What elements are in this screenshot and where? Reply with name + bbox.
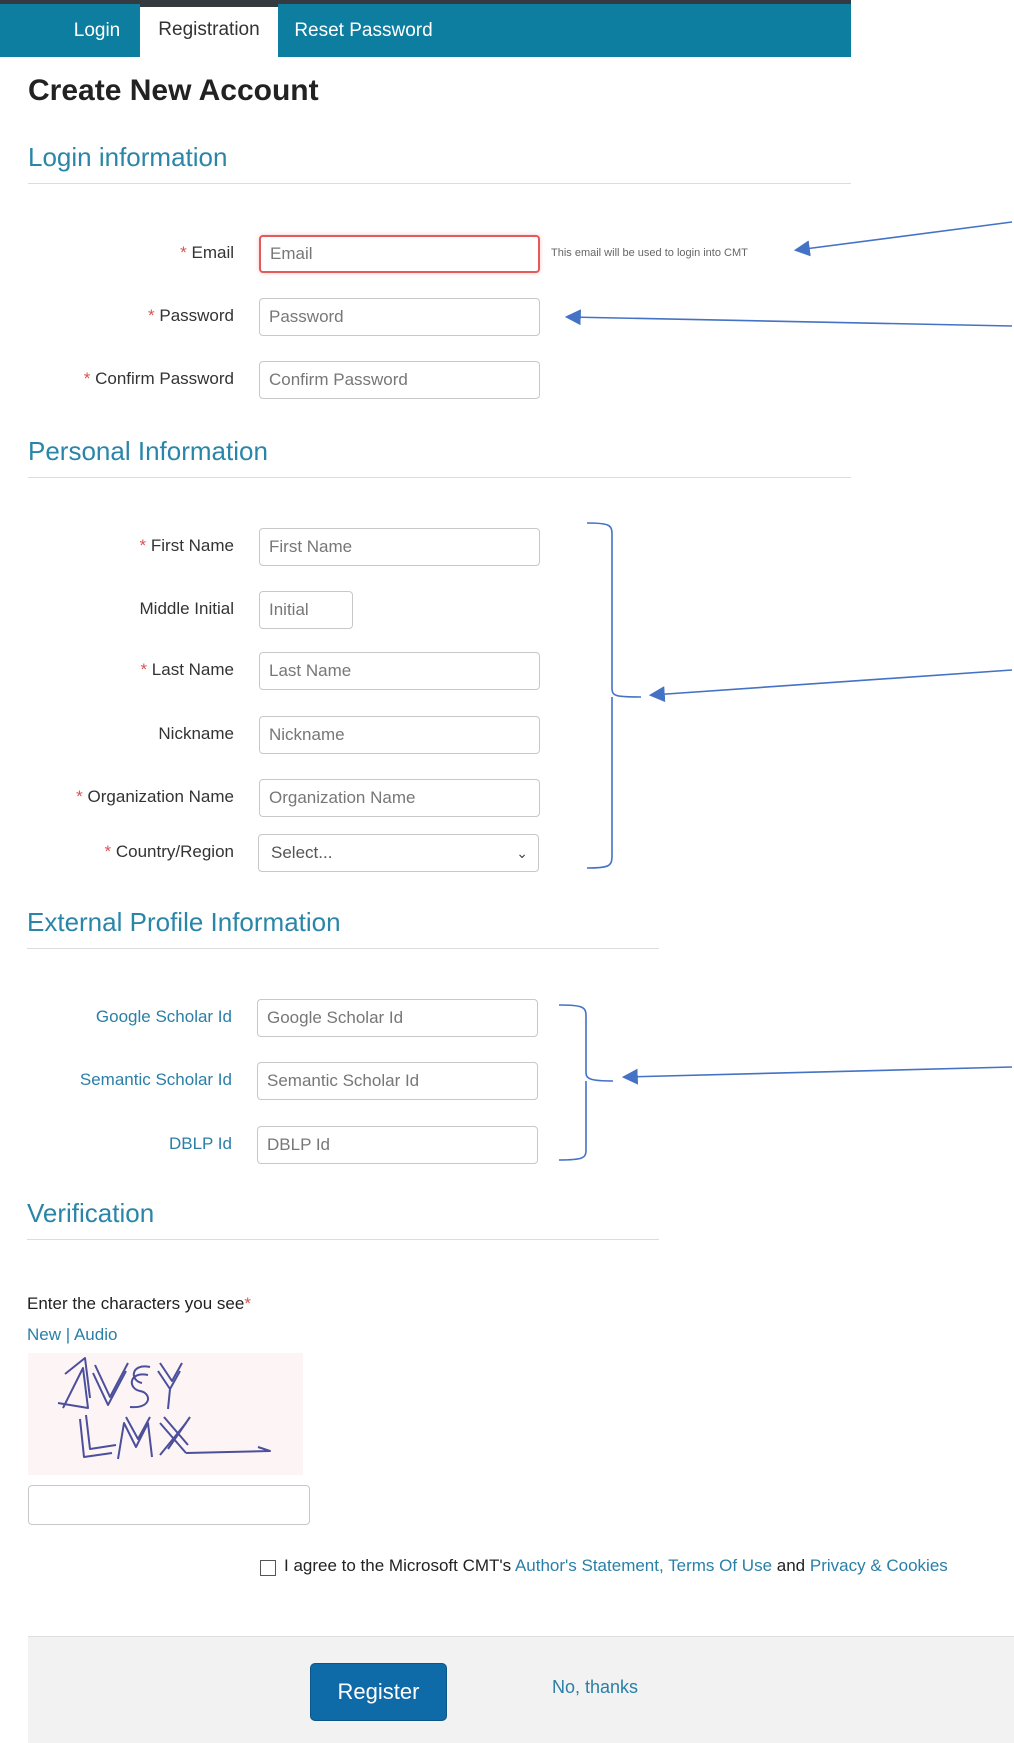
arrow-personal-info: [648, 669, 1013, 703]
bracket-personal-info: [586, 522, 642, 869]
arrow-external-profile: [621, 1066, 1013, 1085]
arrow-password: [564, 309, 1013, 327]
arrow-email-hint: [793, 221, 1013, 257]
bracket-external-profile: [558, 1004, 614, 1161]
annotation-overlay: [558, 221, 1013, 1161]
